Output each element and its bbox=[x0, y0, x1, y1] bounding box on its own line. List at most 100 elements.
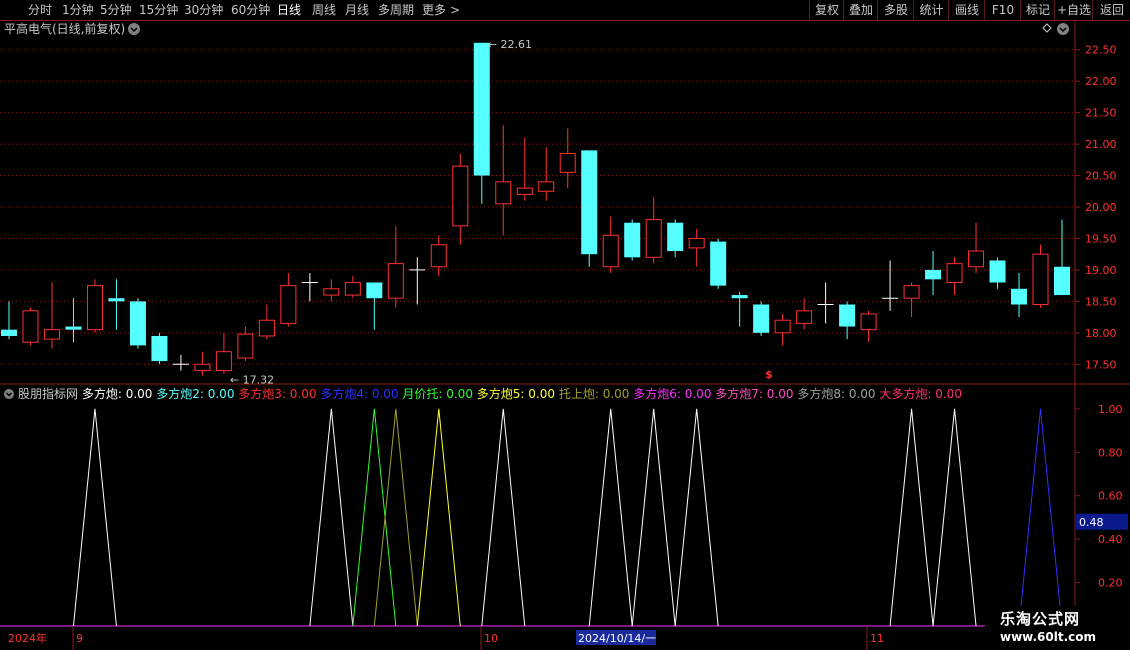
candle-body bbox=[129, 301, 146, 346]
indicator-series-value: 0.00 bbox=[935, 387, 962, 401]
indicator-series-label: 托上炮: bbox=[559, 387, 603, 401]
indicator-spike bbox=[1018, 408, 1063, 627]
indicator-tick-label: 0.80 bbox=[1098, 446, 1123, 459]
period-tab-3[interactable]: 15分钟 bbox=[139, 2, 178, 18]
candle-body bbox=[903, 285, 920, 299]
indicator-series-value: 0.00 bbox=[685, 387, 716, 401]
period-tab-9[interactable]: 多周期 bbox=[378, 2, 414, 18]
candle-body bbox=[839, 304, 856, 327]
indicator-spike bbox=[932, 408, 977, 627]
candle-body bbox=[624, 222, 641, 258]
indicator-series-value: 0.00 bbox=[208, 387, 239, 401]
title-dropdown-icon bbox=[128, 23, 140, 35]
period-tab-2[interactable]: 5分钟 bbox=[100, 2, 132, 18]
candle-body bbox=[968, 250, 985, 268]
candle-body bbox=[774, 319, 791, 334]
price-tick-label: 21.00 bbox=[1085, 138, 1117, 151]
candle-body bbox=[989, 260, 1006, 283]
month-label: 9 bbox=[76, 632, 83, 645]
indicator-series-label: 多方炮2: bbox=[156, 386, 208, 401]
candle-body bbox=[1054, 266, 1070, 296]
candle-body bbox=[323, 288, 340, 296]
indicator-tick-label: 0.40 bbox=[1098, 533, 1123, 546]
indicator-spike bbox=[309, 408, 354, 627]
candle-body bbox=[387, 263, 404, 299]
indicator-spike bbox=[373, 408, 418, 627]
indicator-spike bbox=[631, 408, 676, 627]
indicator-spike bbox=[588, 408, 633, 627]
price-tick-label: 19.50 bbox=[1085, 232, 1117, 245]
diamond-icon bbox=[1042, 23, 1052, 33]
candle-body bbox=[946, 263, 963, 283]
candle-body bbox=[65, 326, 82, 330]
period-toolbar: 分时 1分钟 5分钟 15分钟 30分钟 60分钟 日线 周线 月线 多周期 更多 > 复权 叠加 多股 统计… bbox=[0, 0, 1130, 21]
period-tab-8[interactable]: 月线 bbox=[345, 2, 369, 18]
indicator-menu-icon bbox=[4, 389, 14, 399]
period-tab-7[interactable]: 周线 bbox=[312, 2, 336, 18]
period-tab-5[interactable]: 60分钟 bbox=[231, 2, 270, 18]
month-label: 10 bbox=[484, 632, 498, 645]
candle-body bbox=[366, 282, 383, 299]
indicator-spike bbox=[674, 408, 719, 627]
toolbar-action-1[interactable]: 叠加 bbox=[843, 0, 878, 20]
price-tick-label: 22.50 bbox=[1085, 44, 1117, 57]
panel-menu-icon bbox=[1057, 23, 1069, 35]
candle-body bbox=[602, 234, 619, 268]
indicator-series-value: 0.00 bbox=[290, 387, 321, 401]
indicator-series-label: 月价托: bbox=[402, 387, 446, 401]
candle-body bbox=[108, 298, 125, 302]
dollar-marker: $ bbox=[765, 368, 773, 381]
price-tick-label: 20.50 bbox=[1085, 170, 1117, 183]
indicator-series-label: 多方炮3: bbox=[238, 386, 290, 401]
indicator-series-value: 0.00 bbox=[446, 387, 477, 401]
toolbar-action-0[interactable]: 复权 bbox=[809, 0, 844, 20]
candle-body bbox=[710, 241, 727, 286]
toolbar-action-7[interactable]: +自选 bbox=[1054, 0, 1093, 20]
candle-body bbox=[559, 153, 576, 173]
indicator-series-value: 0.00 bbox=[528, 387, 559, 401]
indicator-series-value: 0.00 bbox=[767, 387, 798, 401]
indicator-series-value: 0.00 bbox=[849, 387, 880, 401]
candle-body bbox=[344, 281, 361, 296]
candle-body bbox=[473, 42, 490, 176]
indicator-legend: 股朋指标网 多方炮: 0.00 多方炮2: 0.00 多方炮3: 0.00 多方… bbox=[18, 386, 962, 401]
toolbar-action-5[interactable]: F10 bbox=[984, 0, 1021, 20]
period-tab-6[interactable]: 日线 bbox=[277, 2, 301, 18]
indicator-spike bbox=[481, 408, 526, 627]
candle-body bbox=[430, 244, 447, 268]
candle-body bbox=[688, 237, 705, 249]
indicator-title: 股朋指标网 bbox=[18, 386, 82, 401]
price-tick-label: 17.50 bbox=[1085, 358, 1117, 371]
candle-body bbox=[258, 319, 275, 337]
indicator-series-label: 多方炮: bbox=[82, 386, 126, 401]
period-tab-0[interactable]: 分时 bbox=[28, 2, 52, 18]
candle-body bbox=[1011, 288, 1028, 305]
period-tab-10[interactable]: 更多 bbox=[422, 2, 446, 18]
stock-title: 平高电气(日线,前复权) bbox=[4, 21, 125, 36]
candle-body bbox=[925, 269, 942, 280]
candle-body bbox=[667, 222, 684, 252]
toolbar-action-6[interactable]: 标记 bbox=[1020, 0, 1055, 20]
period-tab-4[interactable]: 30分钟 bbox=[184, 2, 223, 18]
period-tab-1[interactable]: 1分钟 bbox=[62, 2, 94, 18]
indicator-tick-label: 0.60 bbox=[1098, 490, 1123, 503]
stock-chart[interactable]: ← 22.61 ← 17.32 $ 平高电气(日线,前复权) 股朋指标网 多方炮: 0.… bbox=[0, 20, 1130, 650]
indicator-spike bbox=[889, 408, 934, 627]
watermark-url: www.60lt.com bbox=[1000, 630, 1097, 644]
indicator-series-label: 多方炮5: bbox=[477, 386, 529, 401]
candle-body bbox=[151, 335, 168, 362]
toolbar-action-2[interactable]: 多股 bbox=[877, 0, 914, 20]
candle-body bbox=[1032, 253, 1049, 306]
price-tick-label: 22.00 bbox=[1085, 75, 1117, 88]
indicator-tick-label: 0.20 bbox=[1098, 577, 1123, 590]
indicator-series-label: 多方炮6: bbox=[633, 386, 685, 401]
more-chevron-icon[interactable]: > bbox=[450, 2, 460, 18]
toolbar-action-3[interactable]: 统计 bbox=[913, 0, 949, 20]
toolbar-action-4[interactable]: 画线 bbox=[948, 0, 985, 20]
indicator-tick-label: 1.00 bbox=[1098, 403, 1123, 416]
candle-body bbox=[1, 329, 17, 336]
indicator-current-value: 0.48 bbox=[1079, 516, 1104, 529]
candle-body bbox=[731, 295, 748, 299]
candle-body bbox=[516, 187, 533, 195]
toolbar-action-8[interactable]: 返回 bbox=[1092, 0, 1130, 20]
